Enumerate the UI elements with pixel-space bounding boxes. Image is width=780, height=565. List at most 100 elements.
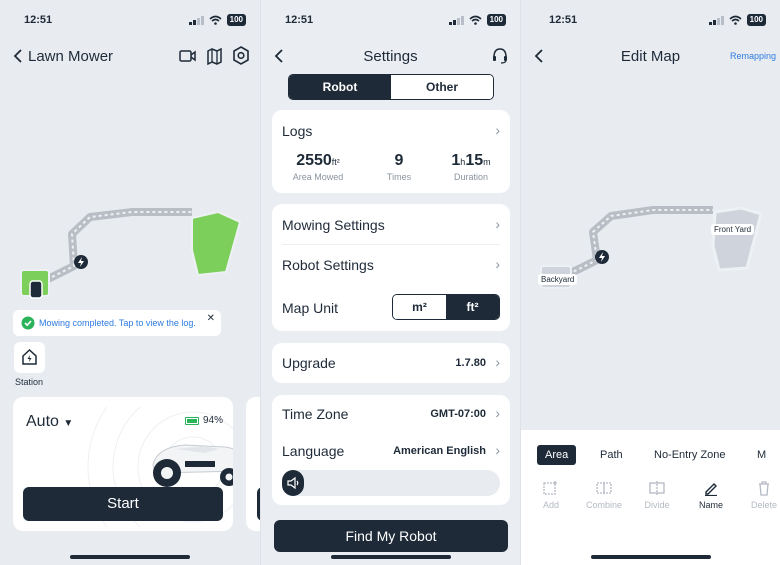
divide-label: Divide (644, 500, 670, 510)
lawn-zone-front[interactable] (191, 210, 242, 277)
wifi-icon (469, 15, 482, 25)
settings-screen: 12:51 100 Settings Robot Other Logs › 25… (260, 0, 520, 565)
lawn-map[interactable] (0, 190, 260, 310)
station-label: Station (15, 377, 44, 387)
chevron-right-icon: › (495, 216, 500, 232)
tab-path[interactable]: Path (600, 449, 623, 461)
volume-slider[interactable] (282, 470, 500, 496)
signal-icon (448, 15, 464, 25)
find-my-robot-button[interactable]: Find My Robot (274, 520, 508, 552)
settings-hex-icon[interactable] (232, 46, 250, 66)
pencil-icon (705, 483, 717, 496)
robot-settings-label: Robot Settings (282, 257, 374, 273)
toast-message: Mowing completed. Tap to view the log. (39, 318, 196, 328)
mode-dropdown[interactable]: Auto ▼ (26, 413, 73, 431)
name-tool[interactable]: Name (686, 480, 736, 510)
nav-bar: Settings (261, 38, 520, 74)
mower-robot-image (152, 444, 233, 487)
battery-indicator: 100 (746, 14, 766, 26)
home-indicator (590, 555, 711, 559)
delete-tool[interactable]: Delete (739, 480, 780, 510)
remapping-link[interactable]: Remapping (730, 51, 776, 61)
unit-ft2-option[interactable]: ft² (446, 295, 499, 319)
edit-map-canvas[interactable] (521, 190, 780, 310)
firmware-version: 1.7.80 (455, 357, 486, 369)
tab-other[interactable]: Other (391, 75, 493, 99)
upgrade-row[interactable]: Upgrade 1.7.80 › (272, 343, 510, 383)
stat-duration: 1h15m Duration (431, 152, 511, 182)
map-unit-toggle: m² ft² (392, 294, 500, 320)
mower-marker-icon[interactable] (29, 280, 43, 299)
page-title: Settings (363, 48, 418, 65)
wifi-icon (209, 15, 222, 25)
page-title: Lawn Mower (28, 48, 114, 65)
back-icon[interactable] (12, 48, 24, 64)
add-label: Add (542, 500, 559, 510)
add-tool[interactable]: Add (526, 480, 576, 510)
trash-icon (759, 481, 769, 496)
front-yard-label[interactable]: Front Yard (711, 224, 755, 235)
combine-tool[interactable]: Combine (579, 480, 629, 510)
chevron-right-icon: › (495, 442, 500, 458)
time-zone-value: GMT-07:00 (430, 408, 486, 420)
tab-area[interactable]: Area (537, 445, 577, 465)
combine-label: Combine (585, 500, 623, 510)
status-time: 12:51 (549, 14, 578, 26)
map-icon[interactable] (206, 47, 223, 65)
duration-label: Duration (453, 172, 489, 182)
nav-bar: Edit Map Remapping (521, 38, 780, 74)
start-button[interactable]: Start (23, 487, 223, 521)
signal-icon (708, 15, 724, 25)
map-path-dashes (556, 209, 713, 279)
chevron-right-icon: › (495, 122, 500, 138)
status-bar: 12:51 100 (0, 0, 260, 36)
front-yard-zone[interactable] (711, 206, 763, 272)
status-time: 12:51 (285, 14, 314, 26)
backyard-label[interactable]: Backyard (538, 274, 578, 285)
nav-bar: Lawn Mower (0, 38, 260, 74)
headset-icon[interactable] (492, 47, 508, 65)
language-value: American English (393, 445, 486, 457)
combine-icon (596, 482, 612, 494)
duration-m-unit: m (483, 157, 491, 167)
area-unit: ft² (331, 157, 340, 167)
battery-percent: 94% (203, 415, 224, 426)
settings-tabs: Robot Other (288, 74, 494, 100)
camera-icon[interactable] (179, 48, 197, 64)
chevron-right-icon: › (495, 405, 500, 421)
area-value: 2550 (296, 152, 332, 169)
robot-settings-row[interactable]: Robot Settings › (272, 245, 510, 285)
mowing-settings-row[interactable]: Mowing Settings › (272, 204, 510, 244)
stat-area: 2550ft² Area Mowed (278, 152, 358, 182)
completion-toast[interactable]: Mowing completed. Tap to view the log. ✕ (13, 310, 221, 336)
volume-slider-thumb[interactable] (282, 470, 304, 496)
robot-settings-card: Mowing Settings › Robot Settings › Map U… (272, 204, 510, 331)
times-value: 9 (394, 152, 404, 169)
stat-times: 9 Times (359, 152, 439, 182)
station-button[interactable] (14, 342, 45, 373)
battery-icon (185, 417, 199, 425)
chevron-right-icon: › (495, 256, 500, 272)
time-zone-row[interactable]: Time Zone GMT-07:00 › (272, 395, 510, 431)
unit-m2-option[interactable]: m² (393, 295, 446, 319)
add-icon (543, 481, 557, 495)
mower-card: Auto ▼ 94% Start (13, 397, 233, 531)
tab-more[interactable]: M (757, 449, 766, 461)
battery-indicator: 100 (226, 14, 246, 26)
logs-card[interactable]: Logs › 2550ft² Area Mowed 9 Times 1h15m … (272, 110, 510, 193)
status-time: 12:51 (24, 14, 53, 26)
language-row[interactable]: Language American English › (272, 433, 510, 469)
tab-no-entry-zone[interactable]: No-Entry Zone (654, 449, 726, 461)
duration-hours: 1 (451, 152, 461, 169)
times-label: Times (386, 172, 412, 182)
signal-icon (188, 15, 204, 25)
close-icon[interactable]: ✕ (207, 313, 215, 324)
tab-robot[interactable]: Robot (289, 75, 391, 99)
status-bar: 12:51 100 (261, 0, 520, 36)
divide-tool[interactable]: Divide (632, 480, 682, 510)
mowing-settings-label: Mowing Settings (282, 217, 385, 233)
status-bar: 12:51 100 (521, 0, 780, 36)
locale-card: Time Zone GMT-07:00 › Language American … (272, 395, 510, 505)
caret-down-icon: ▼ (63, 418, 74, 429)
next-card-peek[interactable] (246, 397, 260, 531)
